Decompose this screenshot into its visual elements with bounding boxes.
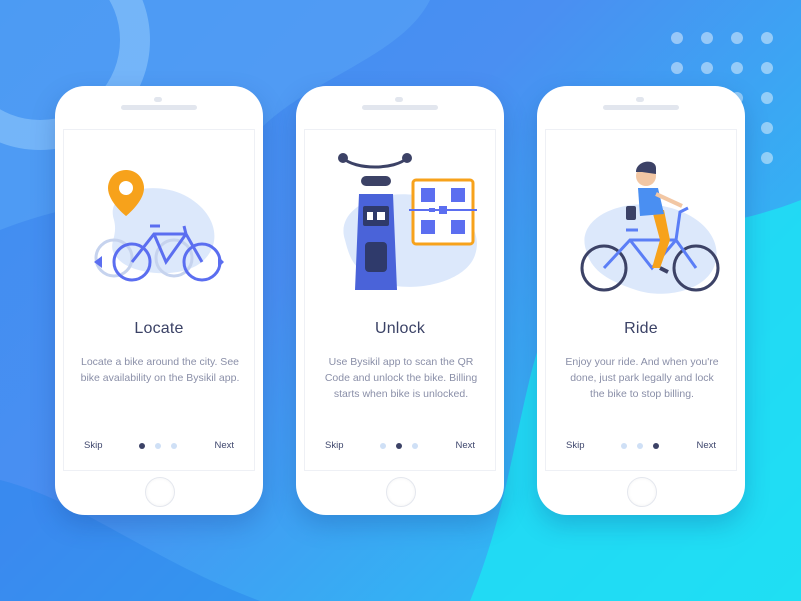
page-dot-1[interactable] xyxy=(139,443,145,449)
page-dot-2[interactable] xyxy=(637,443,643,449)
phone-mockup-locate: Locate Locate a bike around the city. Se… xyxy=(55,86,263,515)
screen-title: Unlock xyxy=(374,320,426,337)
screen-description: Use Bysikil app to scan the QR Code and … xyxy=(324,356,478,400)
front-camera xyxy=(395,97,403,102)
phone-mockup-ride: Ride Enjoy your ride. And when you're do… xyxy=(537,86,745,515)
earpiece-speaker xyxy=(362,105,438,110)
onboarding-footer: Skip Next xyxy=(546,440,736,454)
skip-button[interactable]: Skip xyxy=(566,440,584,451)
earpiece-speaker xyxy=(121,105,197,110)
page-dot-3[interactable] xyxy=(653,443,659,449)
screen-description: Enjoy your ride. And when you're done, j… xyxy=(565,356,719,400)
next-button[interactable]: Next xyxy=(455,440,475,451)
rider-on-bike-icon xyxy=(580,161,720,294)
onboarding-footer: Skip Next xyxy=(64,440,254,454)
next-button[interactable]: Next xyxy=(696,440,716,451)
front-camera xyxy=(636,97,644,102)
front-camera xyxy=(154,97,162,102)
earpiece-speaker xyxy=(603,105,679,110)
screen-title: Ride xyxy=(624,320,658,337)
home-button[interactable] xyxy=(627,477,657,507)
phone-mockup-unlock: Unlock Use Bysikil app to scan the QR Co… xyxy=(296,86,504,515)
page-dot-1[interactable] xyxy=(621,443,627,449)
skip-button[interactable]: Skip xyxy=(325,440,343,451)
skip-button[interactable]: Skip xyxy=(84,440,102,451)
screen-title: Locate xyxy=(134,320,184,337)
screen-description: Locate a bike around the city. See bike … xyxy=(80,356,240,384)
onboarding-screen-ride: Ride Enjoy your ride. And when you're do… xyxy=(545,129,737,471)
home-button[interactable] xyxy=(145,477,175,507)
page-dot-2[interactable] xyxy=(155,443,161,449)
map-pin-bike-icon xyxy=(94,170,224,282)
home-button[interactable] xyxy=(386,477,416,507)
page-dot-3[interactable] xyxy=(412,443,418,449)
onboarding-footer: Skip Next xyxy=(305,440,495,454)
qr-scan-bike-icon xyxy=(338,153,477,290)
page-dot-2[interactable] xyxy=(396,443,402,449)
page-dot-3[interactable] xyxy=(171,443,177,449)
next-button[interactable]: Next xyxy=(214,440,234,451)
onboarding-screen-unlock: Unlock Use Bysikil app to scan the QR Co… xyxy=(304,129,496,471)
onboarding-screen-locate: Locate Locate a bike around the city. Se… xyxy=(63,129,255,471)
page-dot-1[interactable] xyxy=(380,443,386,449)
